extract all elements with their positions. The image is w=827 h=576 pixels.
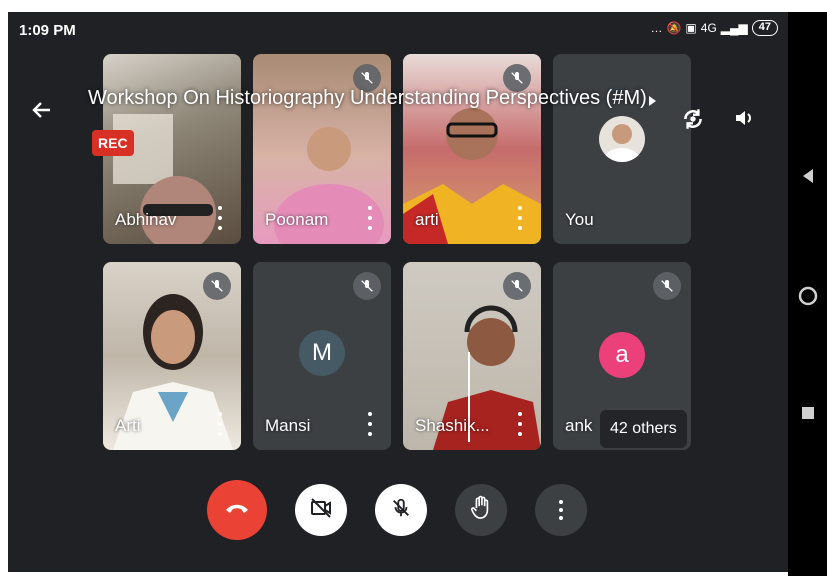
participant-tile[interactable]: M Mansi (253, 262, 391, 450)
title-expand-icon[interactable] (648, 94, 658, 113)
mic-off-icon (390, 496, 412, 525)
participant-options-icon[interactable] (217, 412, 223, 436)
signal-type: 4G (700, 21, 717, 35)
participant-options-icon[interactable] (517, 412, 523, 436)
participant-name: ank (565, 416, 593, 435)
system-nav-bar (788, 12, 827, 576)
participant-options-icon[interactable] (367, 206, 373, 230)
mic-toggle-button[interactable] (375, 484, 427, 536)
participant-name: Shashik... (415, 416, 490, 435)
avatar: M (299, 330, 345, 376)
more-options-button[interactable] (535, 484, 587, 536)
others-count[interactable]: 42 others (600, 410, 687, 448)
notification-muted-icon: 🔕 (666, 21, 682, 35)
meet-screen: 1:09 PM … 🔕 ▣ 4G ▂▄▆ 47 Abhinav Poonam a… (8, 12, 788, 572)
back-arrow-icon[interactable] (30, 98, 54, 127)
participant-tile[interactable]: Arti (103, 262, 241, 450)
participant-name: Abhinav (115, 210, 177, 229)
switch-camera-icon[interactable] (680, 106, 706, 137)
mic-muted-icon (203, 272, 231, 300)
speaker-icon[interactable] (732, 106, 756, 135)
participant-name: arti (415, 210, 439, 229)
participant-name: Mansi (265, 416, 311, 435)
participant-tile[interactable]: Shashik... (403, 262, 541, 450)
hand-icon (470, 495, 492, 526)
end-call-button[interactable] (207, 480, 267, 540)
participant-options-icon[interactable] (217, 206, 223, 230)
hang-up-icon (224, 501, 250, 520)
mic-muted-icon (503, 272, 531, 300)
avatar: a (599, 332, 645, 378)
status-icons: … 🔕 ▣ 4G ▂▄▆ 47 (650, 20, 778, 36)
participant-options-icon[interactable] (517, 206, 523, 230)
raise-hand-button[interactable] (455, 484, 507, 536)
signal-icon: ▂▄▆ (720, 21, 748, 35)
participant-name: Poonam (265, 210, 329, 229)
nav-recents-icon[interactable] (788, 406, 827, 420)
nav-back-icon[interactable] (788, 168, 827, 184)
nav-home-icon[interactable] (788, 286, 827, 306)
more-status-icon: … (650, 21, 663, 35)
status-time: 1:09 PM (19, 22, 76, 39)
camera-off-icon (309, 496, 333, 525)
mic-muted-icon (353, 272, 381, 300)
meeting-title[interactable]: Workshop On Historiography Understanding… (88, 87, 647, 110)
meeting-header: Workshop On Historiography Understanding… (8, 72, 788, 129)
participant-name: You (565, 210, 594, 229)
page-header-strip (0, 0, 827, 12)
mic-muted-icon (653, 272, 681, 300)
participant-options-icon[interactable] (367, 412, 373, 436)
volte-icon: ▣ (685, 21, 697, 35)
participant-name: Arti (115, 416, 141, 435)
avatar (599, 116, 645, 162)
more-vert-icon (559, 500, 563, 520)
recording-badge: REC (92, 130, 134, 156)
camera-toggle-button[interactable] (295, 484, 347, 536)
battery-level: 47 (751, 20, 778, 36)
status-bar: 1:09 PM … 🔕 ▣ 4G ▂▄▆ 47 (8, 12, 788, 48)
